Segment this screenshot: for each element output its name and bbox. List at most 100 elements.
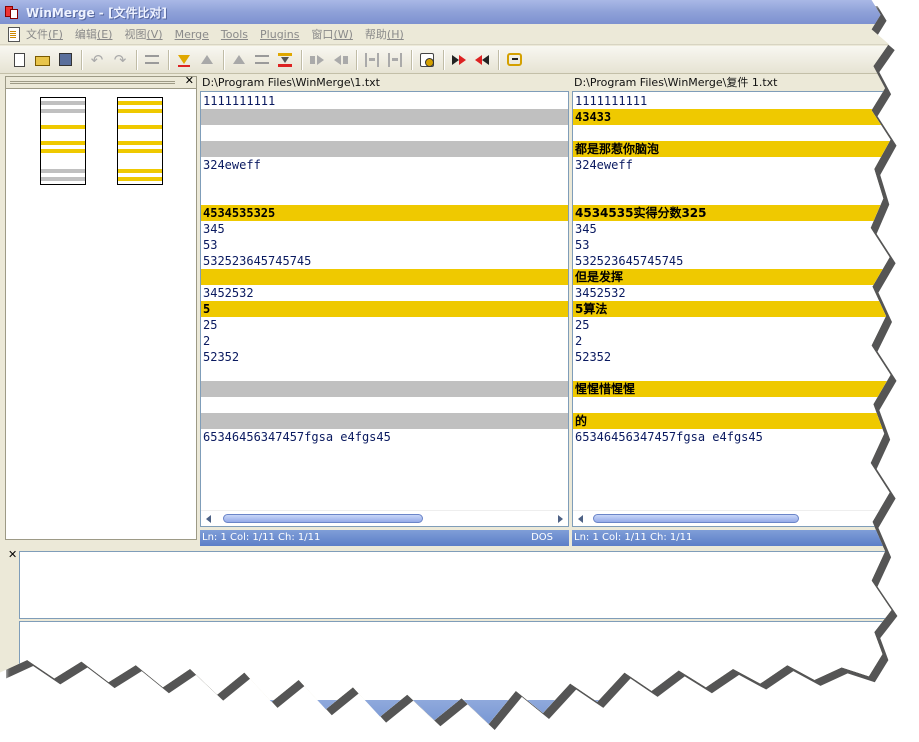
toolbar-separator [411,49,412,70]
copy-right-button[interactable] [306,49,328,71]
redo-icon: ↷ [113,50,127,69]
diff-line[interactable]: 1111111111 [201,93,568,109]
open-folder-icon [34,56,50,66]
right-horizontal-scrollbar[interactable] [573,510,892,526]
diff-line[interactable] [201,413,568,429]
diff-line[interactable]: 532523645745745 [573,253,891,269]
menu-plugins[interactable]: Plugins [260,28,299,41]
diff-line[interactable] [573,189,891,205]
copy-all-left-button[interactable] [384,49,406,71]
copy-right-advance-button[interactable] [448,49,470,71]
diff-line[interactable]: 但是发挥 [573,269,892,285]
undo-button[interactable]: ↶ [86,49,108,71]
diff-line[interactable]: 345 [201,221,568,237]
menu-tools[interactable]: Tools [221,28,248,41]
copy-all-right-button[interactable] [361,49,383,71]
redo-button[interactable]: ↷ [109,49,131,71]
diff-line[interactable]: 惺惺惜惺惺 [573,381,892,397]
winmerge-window: WinMerge - [文件比对] 文件(F) 编辑(E) 视图(V) Merg… [0,0,892,724]
open-conflict-button[interactable] [416,49,438,71]
diff-line[interactable]: 43433 [573,109,892,125]
left-horizontal-scrollbar[interactable] [201,510,568,526]
document-icon[interactable] [6,26,20,42]
diff-line[interactable] [201,365,568,381]
diff-line[interactable]: 52352 [573,349,891,365]
menu-file[interactable]: 文件(F) [26,26,63,42]
diff-line[interactable] [201,173,568,189]
copy-left-advance-button[interactable] [471,49,493,71]
current-diff-button[interactable] [251,49,273,71]
diff-line[interactable]: 都是那惹你脑泡 [573,141,892,157]
left-eol-type: DOS [531,532,553,543]
last-diff-button[interactable] [274,49,296,71]
diff-line[interactable]: 324eweff [573,157,891,173]
location-pane-grip[interactable] [10,81,175,82]
diff-line[interactable]: 3452532 [573,285,891,301]
diff-line[interactable] [573,365,891,381]
toolbar-separator [301,49,302,70]
toolbar-separator [223,49,224,70]
prev-diff-button[interactable] [196,49,218,71]
diff-line[interactable] [573,173,891,189]
diff-line[interactable] [201,141,568,157]
diff-line[interactable]: 4534535实得分数325 [573,205,892,221]
diff-line[interactable]: 3452532 [201,285,568,301]
swap-panes-button[interactable] [503,49,525,71]
diff-line[interactable]: 4534535325 [201,205,568,221]
right-status-bar: Ln: 1 Col: 1/11 Ch: 1/11 [572,530,892,546]
diff-line[interactable]: 5算法 [573,301,892,317]
left-lines: 1111111111 324eweff 4534535325 345 53 5325236… [201,93,568,445]
location-pane[interactable]: ✕ [5,74,197,540]
menu-view[interactable]: 视图(V) [124,26,162,42]
diff-line[interactable] [201,109,568,125]
copy-left-button[interactable] [329,49,351,71]
diff-line[interactable]: 25 [201,317,568,333]
save-button[interactable] [54,49,76,71]
scroll-left-icon[interactable] [578,515,583,523]
diff-line[interactable]: 2 [573,333,891,349]
diff-line[interactable]: 的 [573,413,892,429]
title-bar[interactable]: WinMerge - [文件比对] [0,0,892,24]
copy-right-icon [309,54,325,65]
menu-merge[interactable]: Merge [175,28,209,41]
diff-line[interactable]: 324eweff [201,157,568,173]
diff-line[interactable] [573,125,891,141]
diff-line[interactable] [201,189,568,205]
diff-line[interactable]: 1111111111 [573,93,891,109]
diff-line[interactable] [201,125,568,141]
diff-line[interactable]: 5 [201,301,568,317]
scroll-left-icon[interactable] [206,515,211,523]
menu-help[interactable]: 帮助(H) [365,26,404,42]
copy-left-icon [333,55,348,65]
left-diff-pane[interactable]: 1111111111 324eweff 4534535325 345 53 5325236… [200,91,569,527]
copy-left-advance-icon [475,54,489,65]
diff-line[interactable]: 53 [573,237,891,253]
menu-window[interactable]: 窗口(W) [311,26,352,42]
diff-line[interactable]: 2 [201,333,568,349]
undo-icon: ↶ [90,50,104,69]
detail-left-view[interactable] [19,551,892,619]
diff-line[interactable]: 532523645745745 [201,253,568,269]
diff-line[interactable] [573,397,891,413]
first-diff-button[interactable] [228,49,250,71]
diff-line[interactable] [201,381,568,397]
diff-line[interactable] [201,397,568,413]
diff-line[interactable]: 53 [201,237,568,253]
diff-line[interactable]: 52352 [201,349,568,365]
diff-line[interactable]: 65346456347457fgsa e4fgs45 [201,429,568,445]
diff-line[interactable] [201,269,568,285]
right-scroll-thumb[interactable] [593,514,799,523]
open-button[interactable] [31,49,53,71]
diff-line[interactable]: 65346456347457fgsa e4fgs45 [573,429,891,445]
close-icon[interactable]: ✕ [185,74,194,87]
menu-edit[interactable]: 编辑(E) [75,26,113,42]
close-icon[interactable]: ✕ [8,548,17,561]
left-scroll-thumb[interactable] [223,514,423,523]
new-button[interactable] [8,49,30,71]
scroll-right-icon[interactable] [558,515,563,523]
diff-line[interactable]: 345 [573,221,891,237]
options-button[interactable] [141,49,163,71]
diff-line[interactable]: 25 [573,317,891,333]
next-diff-button[interactable] [173,49,195,71]
right-diff-pane[interactable]: 1111111111 43433 都是那惹你脑泡 324eweff 4534535实得分… [572,91,892,527]
